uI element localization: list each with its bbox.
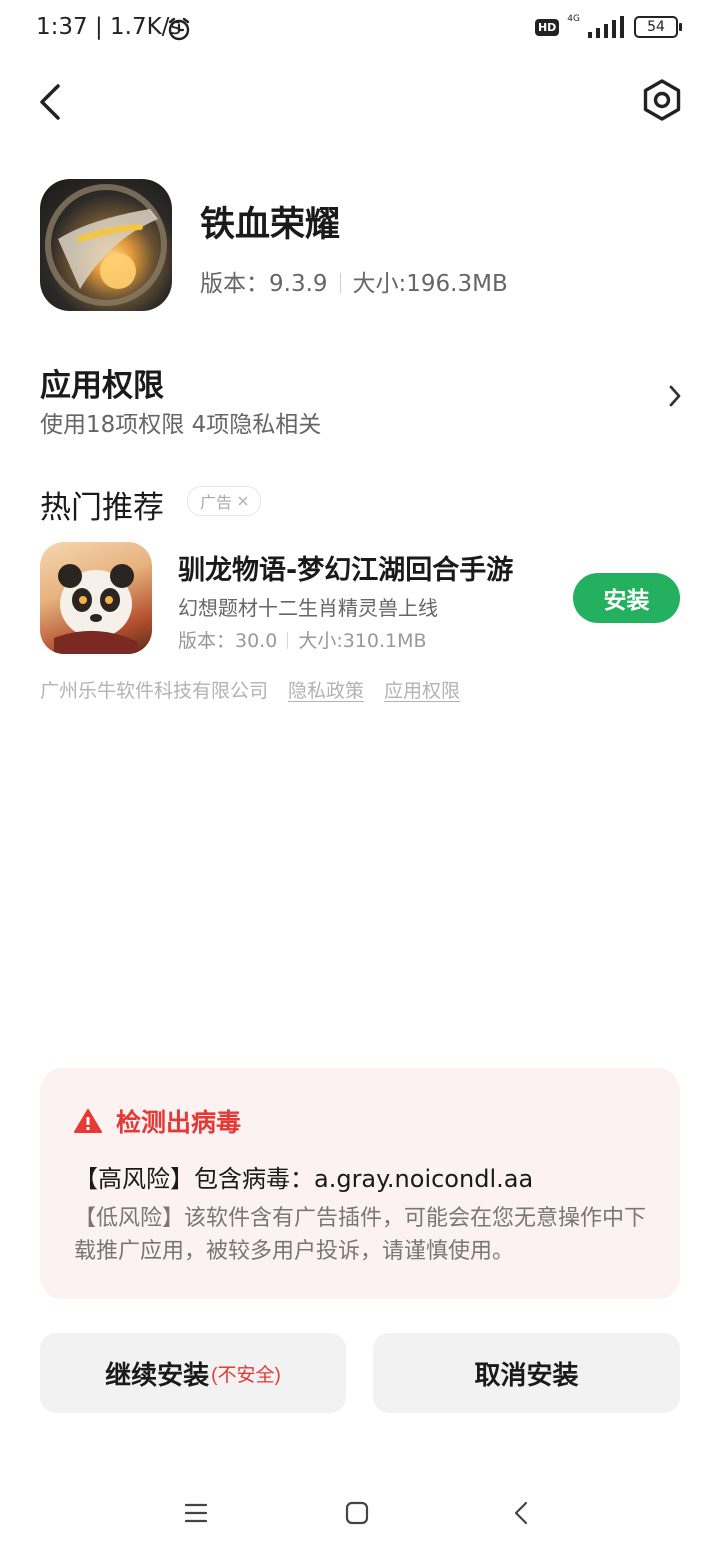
back-nav-icon[interactable] bbox=[510, 1500, 534, 1526]
recommended-app-icon[interactable] bbox=[40, 542, 152, 654]
recommended-app-version: 版本：30.0 bbox=[178, 630, 278, 652]
network-type: 4G bbox=[567, 14, 580, 24]
app-version: 版本：9.3.9 bbox=[200, 271, 328, 297]
permissions-title: 应用权限 bbox=[40, 368, 164, 404]
continue-install-label: 继续安装 bbox=[105, 1359, 210, 1390]
warning-header: 检测出病毒 bbox=[74, 1103, 241, 1139]
menu-icon[interactable] bbox=[184, 1502, 208, 1524]
app-name: 铁血荣耀 bbox=[200, 205, 341, 245]
recommend-title: 热门推荐 bbox=[40, 490, 164, 526]
high-risk-text: 【高风险】包含病毒：a.gray.noicondl.aa bbox=[74, 1165, 534, 1193]
settings-icon[interactable] bbox=[640, 78, 684, 122]
ad-badge[interactable]: 广告 bbox=[187, 486, 261, 516]
recommended-app-name[interactable]: 驯龙物语-梦幻江湖回合手游 bbox=[178, 548, 513, 587]
ad-label: 广告 bbox=[199, 493, 232, 512]
meta-divider bbox=[287, 632, 289, 649]
app-size: 大小:196.3MB bbox=[352, 271, 508, 297]
status-time: 1:37 | 1.7K/s bbox=[36, 14, 182, 40]
warning-icon bbox=[74, 1109, 102, 1133]
hd-badge: HD bbox=[534, 18, 560, 36]
app-icon bbox=[40, 179, 172, 311]
status-indicators: HD 4G 54 bbox=[534, 14, 682, 38]
unsafe-note: (不安全) bbox=[211, 1364, 281, 1386]
home-icon[interactable] bbox=[345, 1501, 369, 1525]
meta-divider bbox=[339, 273, 341, 293]
recommended-app-size: 大小:310.1MB bbox=[298, 630, 427, 652]
privacy-policy-link[interactable]: 隐私政策 bbox=[288, 676, 364, 703]
warning-title: 检测出病毒 bbox=[116, 1108, 242, 1137]
chevron-right-icon[interactable] bbox=[664, 382, 686, 410]
recommended-app-meta: 版本：30.0 大小:310.1MB bbox=[178, 626, 427, 653]
app-permissions-link[interactable]: 应用权限 bbox=[384, 676, 460, 703]
battery-indicator: 54 bbox=[634, 16, 682, 38]
signal-icon bbox=[588, 16, 624, 38]
developer-footer: 广州乐牛软件科技有限公司 隐私政策 应用权限 bbox=[40, 676, 460, 703]
system-nav-bar bbox=[0, 1480, 720, 1550]
close-icon[interactable] bbox=[238, 496, 248, 506]
continue-install-button[interactable]: 继续安装 (不安全) bbox=[40, 1333, 346, 1413]
permissions-summary: 使用18项权限 4项隐私相关 bbox=[40, 412, 322, 438]
app-meta: 版本：9.3.9 大小:196.3MB bbox=[200, 264, 508, 298]
recommended-app-description: 幻想题材十二生肖精灵兽上线 bbox=[178, 596, 438, 620]
back-icon[interactable] bbox=[32, 80, 72, 124]
developer-name: 广州乐牛软件科技有限公司 bbox=[40, 680, 269, 702]
low-risk-text: 【低风险】该软件含有广告插件，可能会在您无意操作中下载推广应用，被较多用户投诉，… bbox=[74, 1206, 647, 1264]
alarm-icon bbox=[168, 17, 190, 41]
cancel-install-label: 取消安装 bbox=[474, 1359, 579, 1390]
install-button[interactable]: 安装 bbox=[573, 573, 680, 623]
cancel-install-button[interactable]: 取消安装 bbox=[373, 1333, 680, 1413]
